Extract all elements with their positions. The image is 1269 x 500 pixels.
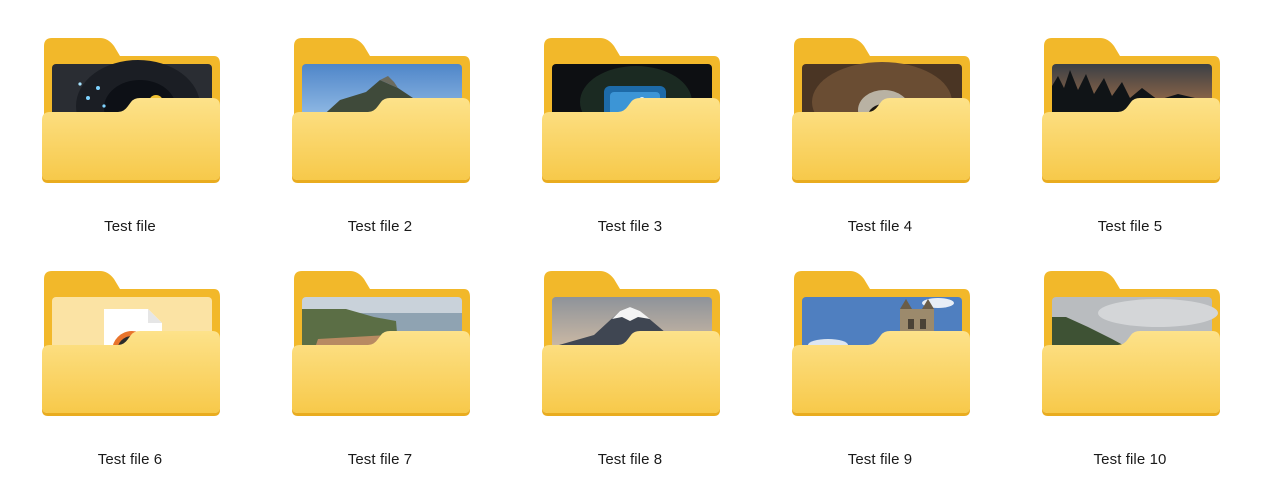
folder-label: Test file 3 xyxy=(597,218,663,235)
folder-label: Test file 5 xyxy=(1097,218,1163,235)
folder-icon xyxy=(1042,271,1220,416)
folder-icon xyxy=(1042,38,1220,183)
folder-label: Test file 4 xyxy=(847,218,913,235)
folder-label: Test file 2 xyxy=(347,218,413,235)
folder-label: Test file xyxy=(104,218,156,235)
folder-item[interactable]: Test file 8 xyxy=(510,269,720,479)
folder-label: Test file 6 xyxy=(97,451,163,468)
folder-item[interactable]: Test file 7 xyxy=(260,269,470,479)
folder-icon xyxy=(292,38,470,183)
folder-grid: Test file Test file 2 Test file 3 Test f… xyxy=(0,0,1269,500)
folder-item[interactable]: Test file 6 xyxy=(10,269,220,479)
folder-icon xyxy=(792,271,970,416)
folder-icon xyxy=(42,271,220,416)
folder-icon xyxy=(292,271,470,416)
folder-icon xyxy=(792,38,970,183)
folder-icon xyxy=(42,38,220,183)
folder-icon xyxy=(542,271,720,416)
folder-icon xyxy=(542,38,720,183)
folder-item[interactable]: Test file 5 xyxy=(1010,36,1220,246)
folder-item[interactable]: Test file xyxy=(10,36,220,246)
folder-label: Test file 9 xyxy=(847,451,913,468)
folder-item[interactable]: Test file 3 xyxy=(510,36,720,246)
folder-label: Test file 10 xyxy=(1093,451,1167,468)
folder-item[interactable]: Test file 4 xyxy=(760,36,970,246)
folder-label: Test file 7 xyxy=(347,451,413,468)
folder-label: Test file 8 xyxy=(597,451,663,468)
folder-item[interactable]: Test file 2 xyxy=(260,36,470,246)
folder-item[interactable]: Test file 9 xyxy=(760,269,970,479)
folder-item[interactable]: Test file 10 xyxy=(1010,269,1220,479)
